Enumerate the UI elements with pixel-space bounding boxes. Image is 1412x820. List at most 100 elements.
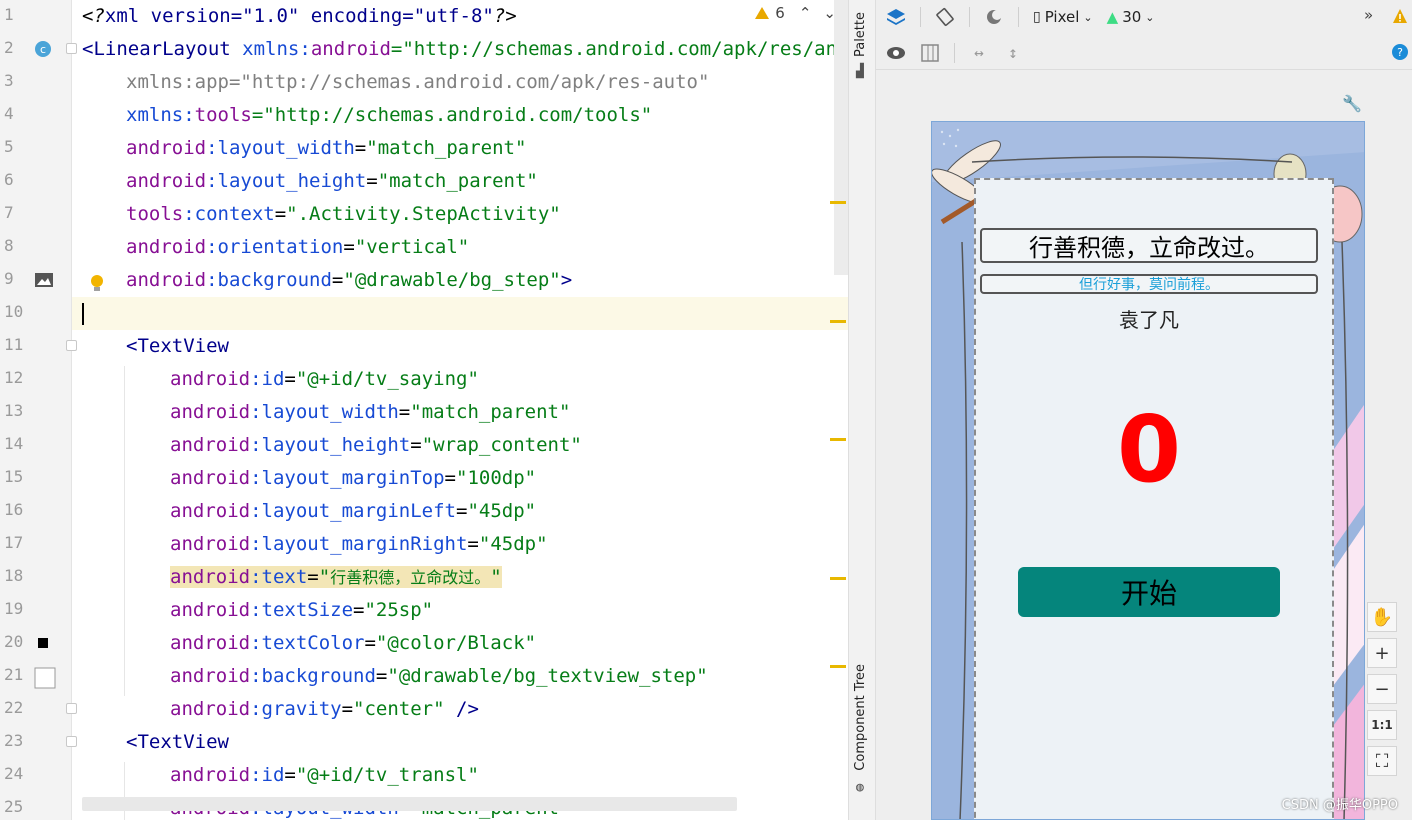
code-line: android:background="@drawable/bg_step">: [126, 269, 573, 291]
tv-saying[interactable]: 行善积德，立命改过。: [980, 228, 1318, 263]
orientation-icon[interactable]: [935, 7, 955, 27]
line-number: 9: [4, 269, 14, 288]
code-line: android:layout_height="wrap_content": [170, 434, 582, 456]
zoom-to-fit-icon[interactable]: ⛶: [1367, 746, 1397, 776]
warning-icon[interactable]: [1392, 8, 1408, 28]
horizontal-scrollbar[interactable]: [82, 797, 737, 811]
code-line: tools:context=".Activity.StepActivity": [126, 203, 561, 225]
more-options-icon[interactable]: »: [1364, 6, 1373, 24]
previous-highlight-icon[interactable]: ⌃: [799, 4, 812, 22]
editor-scrollbar[interactable]: [834, 0, 848, 275]
current-line[interactable]: [72, 297, 848, 330]
line-number: 19: [4, 599, 24, 618]
pan-hand-icon[interactable]: ✋: [1367, 602, 1397, 632]
inspection-widget[interactable]: 6 ⌃ ⌄: [749, 4, 836, 22]
text-caret: [82, 302, 84, 325]
watermark: CSDN @振华OPPO: [1281, 798, 1398, 813]
warning-icon: [755, 7, 770, 19]
android-icon: ▲: [1106, 8, 1119, 26]
warning-stripe[interactable]: [830, 438, 846, 441]
line-number: 11: [4, 335, 24, 354]
code-line: android:layout_width="match_parent": [170, 401, 571, 423]
tv-transl[interactable]: 但行好事，莫问前程。: [980, 274, 1318, 294]
design-surface-icon[interactable]: [886, 7, 906, 27]
warning-stripe[interactable]: [830, 320, 846, 323]
code-area[interactable]: <?xml version="1.0" encoding="utf-8"?> <…: [72, 0, 848, 820]
line-number: 7: [4, 203, 14, 222]
eye-icon[interactable]: [886, 43, 906, 63]
line-number: 2: [4, 38, 14, 57]
line-number: 8: [4, 236, 14, 255]
code-line: android:gravity="center" />: [170, 698, 479, 720]
code-line: android:layout_height="match_parent": [126, 170, 538, 192]
code-line: <TextView: [126, 731, 229, 753]
wrench-icon[interactable]: 🔧: [1342, 94, 1362, 113]
warning-stripe[interactable]: [830, 665, 846, 668]
design-toolbar-secondary: ↔ ↕ ?: [876, 36, 1412, 70]
line-number: 4: [4, 104, 14, 123]
code-line: <?xml version="1.0" encoding="utf-8"?>: [82, 5, 517, 27]
line-number: 25: [4, 797, 24, 816]
warning-stripe[interactable]: [830, 201, 846, 204]
warning-count: 6: [775, 4, 785, 22]
chevron-down-icon: ⌄: [1083, 10, 1093, 24]
vertical-resize-icon[interactable]: ↕: [1003, 43, 1023, 63]
line-number: 15: [4, 467, 24, 486]
code-line: android:id="@+id/tv_saying": [170, 368, 479, 390]
code-line: android:textSize="25sp": [170, 599, 434, 621]
line-number: 22: [4, 698, 24, 717]
line-number: 13: [4, 401, 24, 420]
editor-gutter: 1 2 c 3 4 5 6 7 8 9 10 11 12 13 14 15 16…: [0, 0, 77, 820]
tv-author[interactable]: 袁了凡: [980, 304, 1318, 333]
intention-bulb-icon[interactable]: [90, 274, 104, 298]
code-line: <TextView: [126, 335, 229, 357]
warning-stripe[interactable]: [830, 577, 846, 580]
step-count[interactable]: 0: [980, 400, 1318, 500]
line-number: 3: [4, 71, 14, 90]
line-number: 23: [4, 731, 24, 750]
code-line: xmlns:tools="http://schemas.android.com/…: [126, 104, 653, 126]
side-tool-strip: Palette ▟ Component Tree ◍: [848, 0, 876, 820]
api-level-selector[interactable]: ▲ 30 ⌄: [1107, 8, 1155, 26]
line-number: 6: [4, 170, 14, 189]
code-line: android:orientation="vertical": [126, 236, 470, 258]
code-line: android:textColor="@color/Black": [170, 632, 537, 654]
tab-component-tree[interactable]: Component Tree: [853, 664, 868, 771]
color-swatch-black-icon[interactable]: [34, 634, 52, 652]
line-number: 1: [4, 5, 14, 24]
line-number: 21: [4, 665, 24, 684]
zoom-in-button[interactable]: +: [1367, 638, 1397, 668]
line-number: 16: [4, 500, 24, 519]
line-number: 17: [4, 533, 24, 552]
phone-icon: ▯: [1033, 9, 1041, 25]
line-number: 24: [4, 764, 24, 783]
tab-palette[interactable]: Palette: [853, 12, 868, 57]
line-number: 18: [4, 566, 24, 585]
design-toolbar: ▯ Pixel ⌄ ▲ 30 ⌄ »: [876, 0, 1412, 34]
class-marker-icon[interactable]: c: [34, 40, 52, 58]
palette-icon: ▟: [856, 64, 864, 79]
line-number: 10: [4, 302, 24, 321]
zoom-controls: ✋ + − 1:1 ⛶: [1367, 602, 1397, 792]
zoom-out-button[interactable]: −: [1367, 674, 1397, 704]
line-number: 5: [4, 137, 14, 156]
blueprint-icon[interactable]: [920, 43, 940, 63]
start-button[interactable]: 开始: [1018, 567, 1280, 617]
svg-text:?: ?: [1397, 46, 1403, 59]
zoom-actual-size-button[interactable]: 1:1: [1367, 710, 1397, 740]
drawable-preview-icon[interactable]: [34, 667, 56, 689]
image-preview-icon[interactable]: [34, 271, 53, 289]
layout-preview[interactable]: 行善积德，立命改过。 但行好事，莫问前程。 袁了凡 0 开始: [931, 121, 1365, 820]
code-editor[interactable]: 1 2 c 3 4 5 6 7 8 9 10 11 12 13 14 15 16…: [0, 0, 848, 820]
code-line: xmlns:app="http://schemas.android.com/ap…: [126, 71, 710, 93]
component-tree-icon: ◍: [856, 780, 864, 795]
code-line: android:layout_marginLeft="45dp": [170, 500, 537, 522]
chevron-down-icon: ⌄: [1145, 10, 1155, 24]
horizontal-resize-icon[interactable]: ↔: [969, 43, 989, 63]
help-icon[interactable]: ?: [1392, 44, 1408, 64]
code-line: android:layout_marginRight="45dp": [170, 533, 548, 555]
code-line: android:text="行善积德，立命改过。": [170, 566, 502, 588]
design-preview-pane: ▯ Pixel ⌄ ▲ 30 ⌄ » ↔ ↕ ? 🔧 行善积德，立命改过。 但行…: [876, 0, 1412, 820]
night-mode-icon[interactable]: [984, 7, 1004, 27]
device-selector[interactable]: ▯ Pixel ⌄: [1033, 8, 1093, 26]
